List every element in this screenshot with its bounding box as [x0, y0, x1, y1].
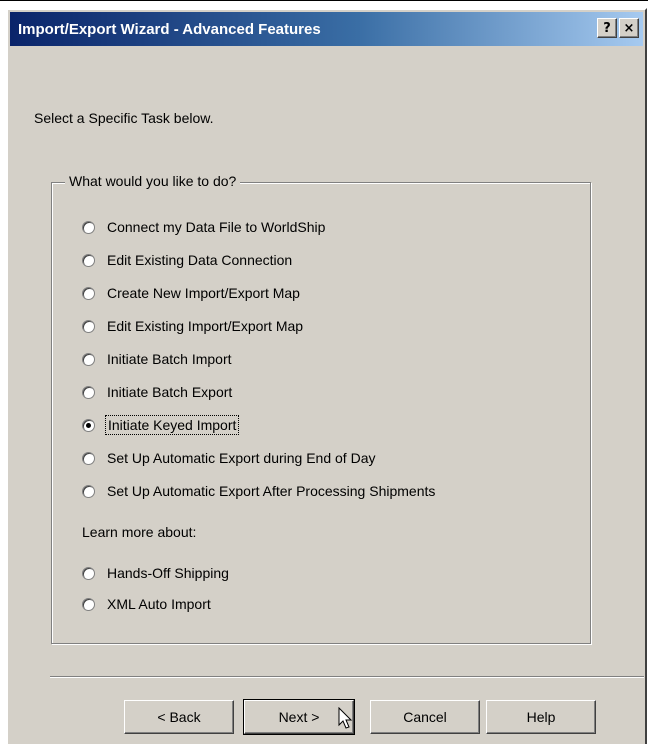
option-label: Set Up Automatic Export After Processing…	[107, 483, 436, 499]
group-legend: What would you like to do?	[65, 173, 241, 189]
option-label: Edit Existing Import/Export Map	[107, 318, 304, 334]
radio-button[interactable]	[82, 286, 95, 300]
option-edit-map[interactable]: Edit Existing Import/Export Map	[82, 318, 303, 334]
mouse-cursor-icon	[338, 707, 353, 729]
option-edit-data-connection[interactable]: Edit Existing Data Connection	[82, 252, 292, 268]
radio-button[interactable]	[82, 484, 95, 498]
option-connect-data-file[interactable]: Connect my Data File to WorldShip	[82, 219, 325, 235]
radio-button[interactable]	[82, 597, 95, 611]
option-keyed-import[interactable]: Initiate Keyed Import	[82, 415, 240, 435]
task-groupbox: What would you like to do? Connect my Da…	[51, 173, 591, 644]
option-label: Edit Existing Data Connection	[107, 252, 293, 268]
radio-button[interactable]	[82, 253, 95, 267]
option-label: Initiate Keyed Import	[104, 415, 240, 435]
option-xml-auto-import[interactable]: XML Auto Import	[82, 596, 211, 612]
radio-button[interactable]	[82, 220, 95, 234]
option-label: XML Auto Import	[107, 596, 211, 612]
title-bar[interactable]: Import/Export Wizard - Advanced Features…	[10, 12, 643, 46]
radio-button-selected[interactable]	[82, 418, 95, 432]
option-label: Initiate Batch Import	[107, 351, 232, 367]
radio-button[interactable]	[82, 451, 95, 465]
window-title: Import/Export Wizard - Advanced Features	[18, 20, 321, 38]
option-batch-import[interactable]: Initiate Batch Import	[82, 351, 232, 367]
learn-more-label: Learn more about:	[82, 524, 197, 540]
cancel-button[interactable]: Cancel	[370, 700, 480, 734]
radio-button[interactable]	[82, 566, 95, 580]
radio-button[interactable]	[82, 385, 95, 399]
button-separator	[50, 676, 644, 678]
radio-button[interactable]	[82, 319, 95, 333]
option-label: Connect my Data File to WorldShip	[107, 219, 326, 235]
option-export-after-processing[interactable]: Set Up Automatic Export After Processing…	[82, 483, 435, 499]
option-label: Hands-Off Shipping	[107, 565, 229, 581]
option-hands-off-shipping[interactable]: Hands-Off Shipping	[82, 565, 229, 581]
wizard-dialog: Import/Export Wizard - Advanced Features…	[6, 8, 647, 744]
radio-button[interactable]	[82, 352, 95, 366]
help-title-button[interactable]: ?	[597, 18, 617, 38]
option-label: Create New Import/Export Map	[107, 285, 300, 301]
option-export-end-of-day[interactable]: Set Up Automatic Export during End of Da…	[82, 450, 375, 466]
option-label: Initiate Batch Export	[107, 384, 233, 400]
help-button[interactable]: Help	[486, 700, 596, 734]
option-create-map[interactable]: Create New Import/Export Map	[82, 285, 300, 301]
title-buttons: ? ×	[597, 18, 639, 38]
back-button[interactable]: < Back	[124, 700, 234, 734]
option-label: Set Up Automatic Export during End of Da…	[107, 450, 376, 466]
instruction-text: Select a Specific Task below.	[34, 110, 214, 126]
option-batch-export[interactable]: Initiate Batch Export	[82, 384, 232, 400]
close-icon[interactable]: ×	[619, 18, 639, 38]
